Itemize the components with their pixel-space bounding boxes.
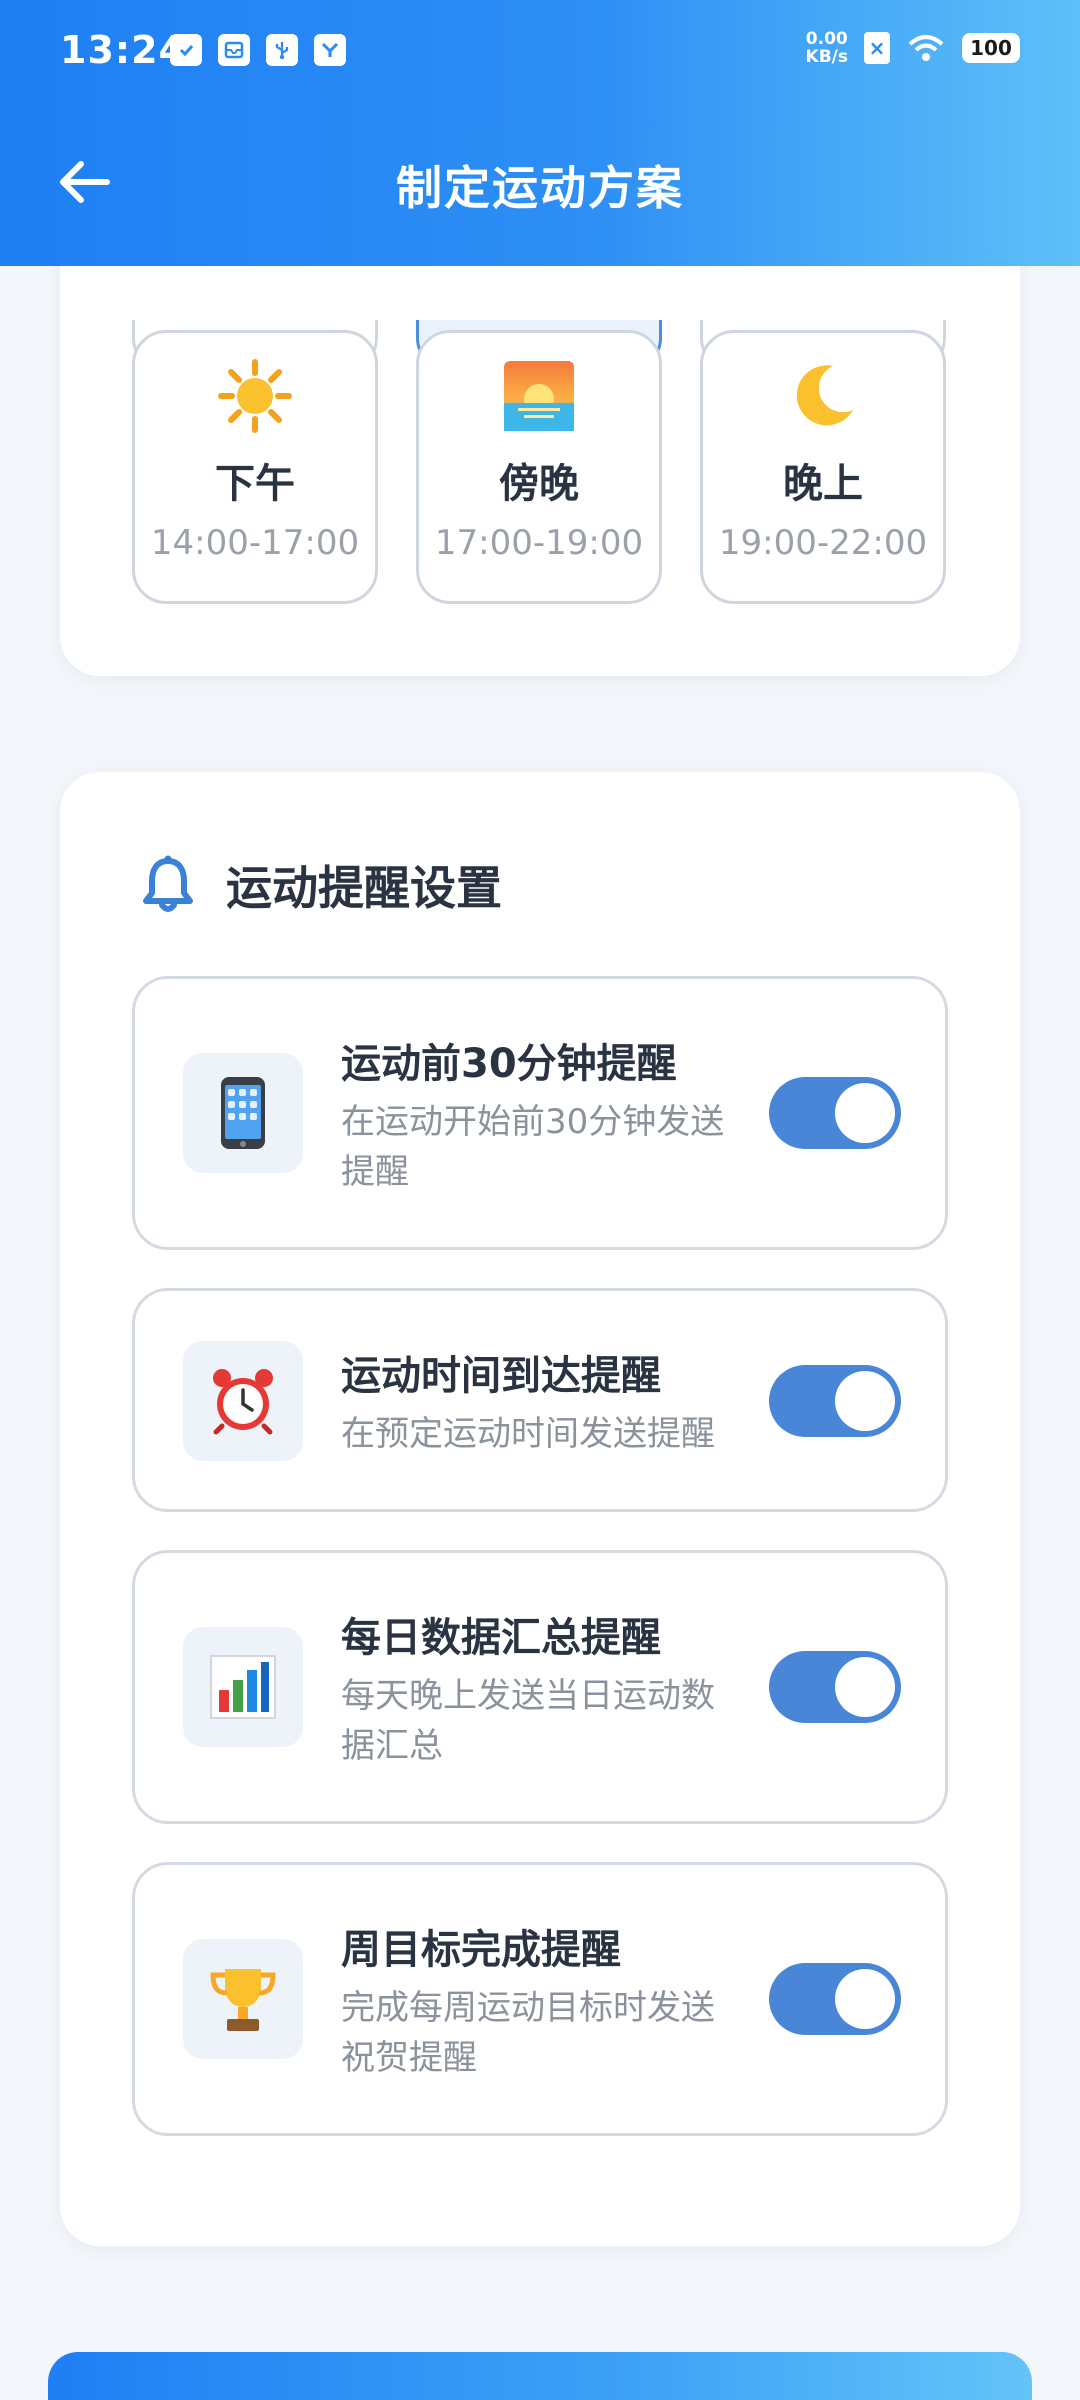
reminder-item: 运动时间到达提醒 在预定运动时间发送提醒 [132,1288,948,1512]
status-time: 13:24 [60,28,186,72]
primary-action-button[interactable] [48,2352,1032,2400]
reminder-title: 每日数据汇总提醒 [341,1615,661,1661]
time-slot-range: 14:00-17:00 [150,523,360,563]
reminder-toggle[interactable] [769,1963,901,2035]
toggle-knob [835,1969,895,2029]
toggle-knob [835,1657,895,1717]
system-icons: 0.00 KB/s × 100 [806,30,1020,66]
reminder-title: 运动前30分钟提醒 [341,1041,677,1087]
alarm-clock-icon [183,1341,303,1461]
reminder-desc-line: 在预定运动时间发送提醒 [341,1414,715,1454]
net-speed-value: 0.00 [805,29,848,49]
bar-chart-icon [183,1627,303,1747]
time-slot-label: 晚上 [783,461,863,507]
net-speed-unit: KB/s [805,47,848,67]
reminder-description: 在运动开始前30分钟发送 提醒 [341,1097,761,1197]
notification-icons [170,34,346,66]
toggle-knob [835,1371,895,1431]
net-speed: 0.00 KB/s [806,30,848,66]
sunset-icon [502,359,576,433]
inbox-icon [218,34,250,66]
mobile-phone-icon [183,1053,303,1173]
battery-icon: 100 [962,33,1020,63]
sim-off-icon: × [864,32,890,64]
reminder-settings-card: 运动提醒设置 运动前30分钟提醒 在运动开始前30分钟发送 提醒 运动时间到达提… [60,772,1020,2246]
reminder-item: 每日数据汇总提醒 每天晚上发送当日运动数 据汇总 [132,1550,948,1824]
sun-icon [218,359,292,433]
reminder-description: 在预定运动时间发送提醒 [341,1409,761,1459]
crescent-moon-icon [786,359,860,433]
time-slot-label: 下午 [215,461,295,507]
page: 13:24 0.00 KB/s × 100 制定运动方案 下午 14:00-17… [0,0,1080,2400]
time-slot-range: 17:00-19:00 [434,523,644,563]
reminder-toggle[interactable] [769,1365,901,1437]
reminder-desc-line: 提醒 [341,1152,409,1192]
app-header: 13:24 0.00 KB/s × 100 制定运动方案 [0,0,1080,266]
time-slot-evening[interactable]: 傍晚 17:00-19:00 [416,330,662,604]
reminder-toggle[interactable] [769,1077,901,1149]
reminder-title: 运动时间到达提醒 [341,1353,661,1399]
reminder-item: 周目标完成提醒 完成每周运动目标时发送 祝贺提醒 [132,1862,948,2136]
reminder-desc-line: 每天晚上发送当日运动数 [341,1676,715,1716]
section-header: 运动提醒设置 [140,852,502,918]
trophy-icon [183,1939,303,2059]
usb-icon [266,34,298,66]
time-slot-afternoon[interactable]: 下午 14:00-17:00 [132,330,378,604]
reminder-toggle[interactable] [769,1651,901,1723]
page-title: 制定运动方案 [396,161,684,215]
time-slot-label: 傍晚 [499,461,579,507]
reminder-description: 完成每周运动目标时发送 祝贺提醒 [341,1983,761,2083]
status-bar: 13:24 0.00 KB/s × 100 [0,0,1080,100]
reminder-desc-line: 祝贺提醒 [341,2038,477,2078]
reminder-desc-line: 据汇总 [341,1726,443,1766]
reminder-item: 运动前30分钟提醒 在运动开始前30分钟发送 提醒 [132,976,948,1250]
bird-app-icon [314,34,346,66]
time-slot-night[interactable]: 晚上 19:00-22:00 [700,330,946,604]
reminder-desc-line: 完成每周运动目标时发送 [341,1988,715,2028]
section-title: 运动提醒设置 [226,861,502,915]
reminder-title: 周目标完成提醒 [341,1927,621,1973]
toggle-knob [835,1083,895,1143]
wifi-icon [908,35,944,61]
reminder-desc-line: 在运动开始前30分钟发送 [341,1102,725,1142]
bell-icon [143,855,193,912]
reminder-description: 每天晚上发送当日运动数 据汇总 [341,1671,761,1771]
time-slot-range: 19:00-22:00 [718,523,928,563]
clipboard-check-icon [170,34,202,66]
